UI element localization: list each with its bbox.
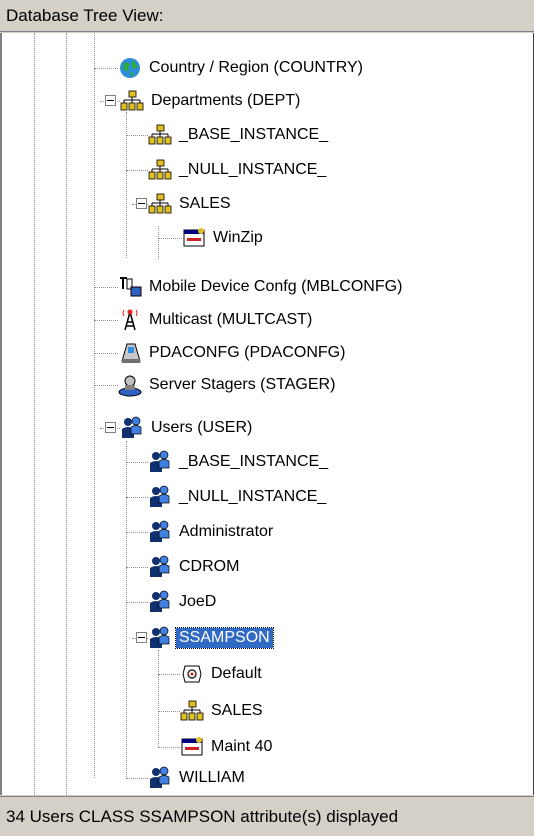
pda-icon bbox=[118, 341, 142, 365]
tree-item-william[interactable]: WILLIAM bbox=[148, 764, 248, 792]
policy-icon bbox=[180, 662, 204, 686]
tree-branch bbox=[126, 567, 148, 568]
tree-item-label: Departments (DEPT) bbox=[151, 92, 301, 109]
users-icon bbox=[148, 626, 172, 650]
users-icon bbox=[148, 450, 172, 474]
users-icon bbox=[148, 520, 172, 544]
tree-view-header: Database Tree View: bbox=[0, 0, 534, 32]
tree-item-winzip[interactable]: WinZip bbox=[182, 224, 266, 252]
tree-guide-line bbox=[158, 650, 159, 748]
org-chart-icon bbox=[120, 89, 144, 113]
tree-item-label: _NULL_INSTANCE_ bbox=[179, 488, 327, 505]
tree-item-user-null-instance[interactable]: _NULL_INSTANCE_ bbox=[148, 483, 329, 511]
tree-item-pdaconfg[interactable]: PDACONFG (PDACONFG) bbox=[118, 339, 348, 367]
tree-item-label: SALES bbox=[211, 702, 263, 719]
server-stager-icon bbox=[118, 373, 142, 397]
tree-branch bbox=[126, 497, 148, 498]
tree-item-joed[interactable]: JoeD bbox=[148, 588, 219, 616]
tree-item-label: Default bbox=[211, 665, 262, 682]
tree-item-user-base-instance[interactable]: _BASE_INSTANCE_ bbox=[148, 448, 331, 476]
tree-item-label: SALES bbox=[179, 195, 231, 212]
tree-branch bbox=[126, 170, 148, 171]
collapse-toggle-sales[interactable] bbox=[136, 198, 147, 209]
tree-item-default[interactable]: Default bbox=[180, 660, 265, 688]
org-chart-icon bbox=[148, 158, 172, 182]
tree-branch bbox=[158, 674, 180, 675]
tree-item-country[interactable]: Country / Region (COUNTRY) bbox=[118, 54, 366, 82]
collapse-toggle-users[interactable] bbox=[105, 422, 116, 433]
tree-item-administrator[interactable]: Administrator bbox=[148, 518, 276, 546]
tree-branch bbox=[126, 532, 148, 533]
users-icon bbox=[148, 766, 172, 790]
tree-item-label: Administrator bbox=[179, 523, 274, 540]
tree-item-dept-null-instance[interactable]: _NULL_INSTANCE_ bbox=[148, 156, 329, 184]
tree-item-multicast[interactable]: Multicast (MULTCAST) bbox=[118, 306, 315, 334]
tree-item-label: JoeD bbox=[179, 593, 217, 610]
tree-guide-line bbox=[34, 33, 35, 795]
status-bar: 34 Users CLASS SSAMPSON attribute(s) dis… bbox=[0, 796, 534, 836]
org-chart-icon bbox=[180, 699, 204, 723]
org-chart-icon bbox=[148, 192, 172, 216]
antenna-icon bbox=[118, 308, 142, 332]
tree-branch bbox=[158, 711, 180, 712]
status-text: 34 Users CLASS SSAMPSON attribute(s) dis… bbox=[6, 807, 399, 826]
tree-item-dept-base-instance[interactable]: _BASE_INSTANCE_ bbox=[148, 121, 331, 149]
tree-item-mobile-device-config[interactable]: Mobile Device Confg (MBLCONFG) bbox=[118, 273, 405, 301]
tree-item-label: _BASE_INSTANCE_ bbox=[179, 126, 329, 143]
tree-item-label-selected: SSAMPSON bbox=[175, 627, 274, 649]
database-tree[interactable]: Country / Region (COUNTRY) Departments (… bbox=[0, 33, 534, 795]
tree-guide-line bbox=[66, 33, 67, 795]
users-icon bbox=[148, 485, 172, 509]
tree-branch bbox=[126, 778, 148, 779]
users-icon bbox=[148, 555, 172, 579]
collapse-toggle-departments[interactable] bbox=[105, 95, 116, 106]
tree-item-label: _NULL_INSTANCE_ bbox=[179, 161, 327, 178]
tree-item-label: WILLIAM bbox=[179, 769, 245, 786]
tree-item-user-sales[interactable]: SALES bbox=[180, 697, 266, 725]
tree-branch bbox=[158, 747, 180, 748]
tree-branch bbox=[126, 135, 148, 136]
tree-item-cdrom[interactable]: CDROM bbox=[148, 553, 242, 581]
tree-branch bbox=[158, 238, 182, 239]
tree-item-label: Users (USER) bbox=[151, 419, 253, 436]
tree-branch bbox=[94, 320, 118, 321]
tree-item-label: Country / Region (COUNTRY) bbox=[149, 59, 363, 76]
tree-branch bbox=[94, 68, 118, 69]
org-chart-icon bbox=[148, 123, 172, 147]
tree-guide-line bbox=[126, 441, 127, 779]
tree-item-maint-40[interactable]: Maint 40 bbox=[180, 733, 275, 761]
tree-item-label: PDACONFG (PDACONFG) bbox=[149, 344, 346, 361]
tree-item-label: WinZip bbox=[213, 229, 263, 246]
tree-item-departments[interactable]: Departments (DEPT) bbox=[120, 87, 303, 115]
tree-view-title: Database Tree View: bbox=[6, 6, 164, 25]
application-icon bbox=[180, 735, 204, 759]
tree-branch bbox=[94, 353, 118, 354]
tree-branch bbox=[94, 287, 118, 288]
tree-branch bbox=[126, 462, 148, 463]
mobile-device-icon bbox=[118, 275, 142, 299]
tree-item-label: CDROM bbox=[179, 558, 240, 575]
tree-item-label: _BASE_INSTANCE_ bbox=[179, 453, 329, 470]
tree-item-label: Maint 40 bbox=[211, 738, 273, 755]
users-icon bbox=[120, 416, 144, 440]
tree-item-label: Server Stagers (STAGER) bbox=[149, 376, 336, 393]
tree-item-ssampson[interactable]: SSAMPSON bbox=[148, 624, 274, 652]
tree-item-label: Mobile Device Confg (MBLCONFG) bbox=[149, 278, 403, 295]
tree-item-server-stagers[interactable]: Server Stagers (STAGER) bbox=[118, 371, 338, 399]
tree-item-dept-sales[interactable]: SALES bbox=[148, 190, 234, 218]
tree-item-users[interactable]: Users (USER) bbox=[120, 414, 255, 442]
application-icon bbox=[182, 226, 206, 250]
tree-guide-line bbox=[94, 33, 95, 778]
globe-icon bbox=[118, 56, 142, 80]
tree-item-label: Multicast (MULTCAST) bbox=[149, 311, 313, 328]
tree-branch bbox=[94, 385, 118, 386]
tree-guide-line bbox=[158, 226, 159, 259]
tree-branch bbox=[126, 602, 148, 603]
collapse-toggle-ssampson[interactable] bbox=[136, 632, 147, 643]
tree-guide-line bbox=[126, 112, 127, 258]
users-icon bbox=[148, 590, 172, 614]
